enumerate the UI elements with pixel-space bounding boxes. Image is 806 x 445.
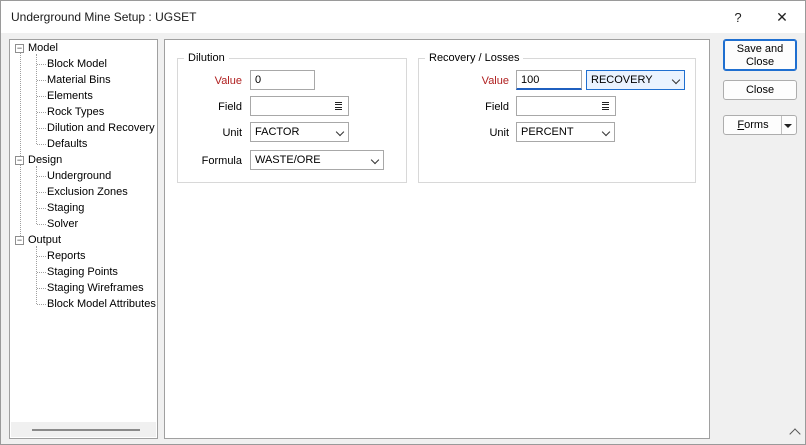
help-button[interactable]: ? xyxy=(715,1,761,33)
tree-connector xyxy=(36,166,37,224)
recovery-unit-value: PERCENT xyxy=(521,126,574,138)
tree-branch xyxy=(37,224,46,225)
dilution-group: Dilution Value 0 Field Unit FACTOR Formu… xyxy=(177,52,407,183)
recovery-unit-select[interactable]: PERCENT xyxy=(516,122,615,142)
tree-branch xyxy=(37,256,46,257)
tree-branch xyxy=(37,64,46,65)
tree-branch xyxy=(37,208,46,209)
recovery-losses-group: Recovery / Losses Value 100 RECOVERY Fie… xyxy=(418,52,696,183)
window-title: Underground Mine Setup : UGSET xyxy=(11,10,197,24)
dialog-window: Underground Mine Setup : UGSET ? ✕ − Mod… xyxy=(0,0,806,445)
tree-item-staging-points[interactable]: Staging Points xyxy=(47,264,118,280)
chevron-down-icon xyxy=(671,75,681,85)
tree-item-rock-types[interactable]: Rock Types xyxy=(47,104,104,120)
chevron-down-icon xyxy=(335,127,345,137)
navigation-tree: − Model Block Model Material Bins Elemen… xyxy=(9,39,158,439)
tree-branch xyxy=(37,144,46,145)
tree-item-elements[interactable]: Elements xyxy=(47,88,93,104)
tree-branch xyxy=(37,288,46,289)
dilution-formula-label: Formula xyxy=(201,155,242,167)
dilution-formula-select[interactable]: WASTE/ORE xyxy=(250,150,384,170)
dilution-formula-value: WASTE/ORE xyxy=(255,154,321,166)
dilution-field-label: Field xyxy=(218,101,242,113)
forms-label: orms xyxy=(744,119,769,131)
list-icon[interactable] xyxy=(335,102,342,110)
collapse-icon[interactable]: − xyxy=(15,156,24,165)
close-icon: ✕ xyxy=(776,8,788,25)
tree-item-staging[interactable]: Staging xyxy=(47,200,84,216)
tree-branch xyxy=(37,304,46,305)
settings-panel: Dilution Value 0 Field Unit FACTOR Formu… xyxy=(164,39,710,439)
tree-item-underground[interactable]: Underground xyxy=(47,168,111,184)
tree-branch xyxy=(37,176,46,177)
recovery-unit-label: Unit xyxy=(489,127,509,139)
list-icon[interactable] xyxy=(602,102,609,110)
tree-branch xyxy=(37,272,46,273)
save-and-close-button[interactable]: Save and Close xyxy=(723,39,797,71)
tree-connector xyxy=(20,52,21,244)
tree-item-solver[interactable]: Solver xyxy=(47,216,78,232)
dilution-unit-select[interactable]: FACTOR xyxy=(250,122,349,142)
recovery-value-input[interactable]: 100 xyxy=(516,70,582,90)
tree-item-block-model-attributes[interactable]: Block Model Attributes xyxy=(47,296,156,312)
recovery-value-label: Value xyxy=(481,75,509,87)
tree-branch xyxy=(37,112,46,113)
tree-item-staging-wireframes[interactable]: Staging Wireframes xyxy=(47,280,144,296)
dilution-unit-value: FACTOR xyxy=(255,126,300,138)
tree-branch xyxy=(37,192,46,193)
tree-branch xyxy=(37,128,46,129)
tree-item-dilution-and-recovery[interactable]: Dilution and Recovery xyxy=(47,120,155,136)
dilution-group-title: Dilution xyxy=(184,52,229,64)
dilution-value-label: Value xyxy=(214,75,242,87)
recovery-type-value: RECOVERY xyxy=(591,74,653,86)
tree-horizontal-scrollbar[interactable] xyxy=(11,422,156,437)
forms-button[interactable]: Forms xyxy=(723,115,797,135)
collapse-icon[interactable]: − xyxy=(15,44,24,53)
tree-connector xyxy=(36,54,37,144)
tree-group-model[interactable]: Model xyxy=(28,40,58,56)
dilution-value-input[interactable]: 0 xyxy=(250,70,315,90)
chevron-down-icon xyxy=(601,127,611,137)
tree-item-block-model[interactable]: Block Model xyxy=(47,56,107,72)
recovery-field-input[interactable] xyxy=(516,96,616,116)
recovery-field-label: Field xyxy=(485,101,509,113)
tree-item-material-bins[interactable]: Material Bins xyxy=(47,72,111,88)
chevron-down-icon xyxy=(370,155,380,165)
title-bar: Underground Mine Setup : UGSET ? ✕ xyxy=(1,1,805,33)
close-window-button[interactable]: ✕ xyxy=(759,1,805,33)
chevron-up-icon[interactable] xyxy=(789,428,801,440)
close-button[interactable]: Close xyxy=(723,80,797,100)
scrollbar-thumb[interactable] xyxy=(32,429,140,431)
tree-item-exclusion-zones[interactable]: Exclusion Zones xyxy=(47,184,128,200)
tree-group-design[interactable]: Design xyxy=(28,152,62,168)
tree-branch xyxy=(37,96,46,97)
tree-branch xyxy=(37,80,46,81)
tree-item-defaults[interactable]: Defaults xyxy=(47,136,87,152)
dilution-unit-label: Unit xyxy=(222,127,242,139)
recovery-group-title: Recovery / Losses xyxy=(425,52,524,64)
dilution-field-input[interactable] xyxy=(250,96,349,116)
forms-split-divider xyxy=(781,116,782,134)
caret-down-icon[interactable] xyxy=(784,124,792,128)
tree-group-output[interactable]: Output xyxy=(28,232,61,248)
tree-connector xyxy=(36,246,37,304)
tree-item-reports[interactable]: Reports xyxy=(47,248,86,264)
collapse-icon[interactable]: − xyxy=(15,236,24,245)
recovery-type-select[interactable]: RECOVERY xyxy=(586,70,685,90)
